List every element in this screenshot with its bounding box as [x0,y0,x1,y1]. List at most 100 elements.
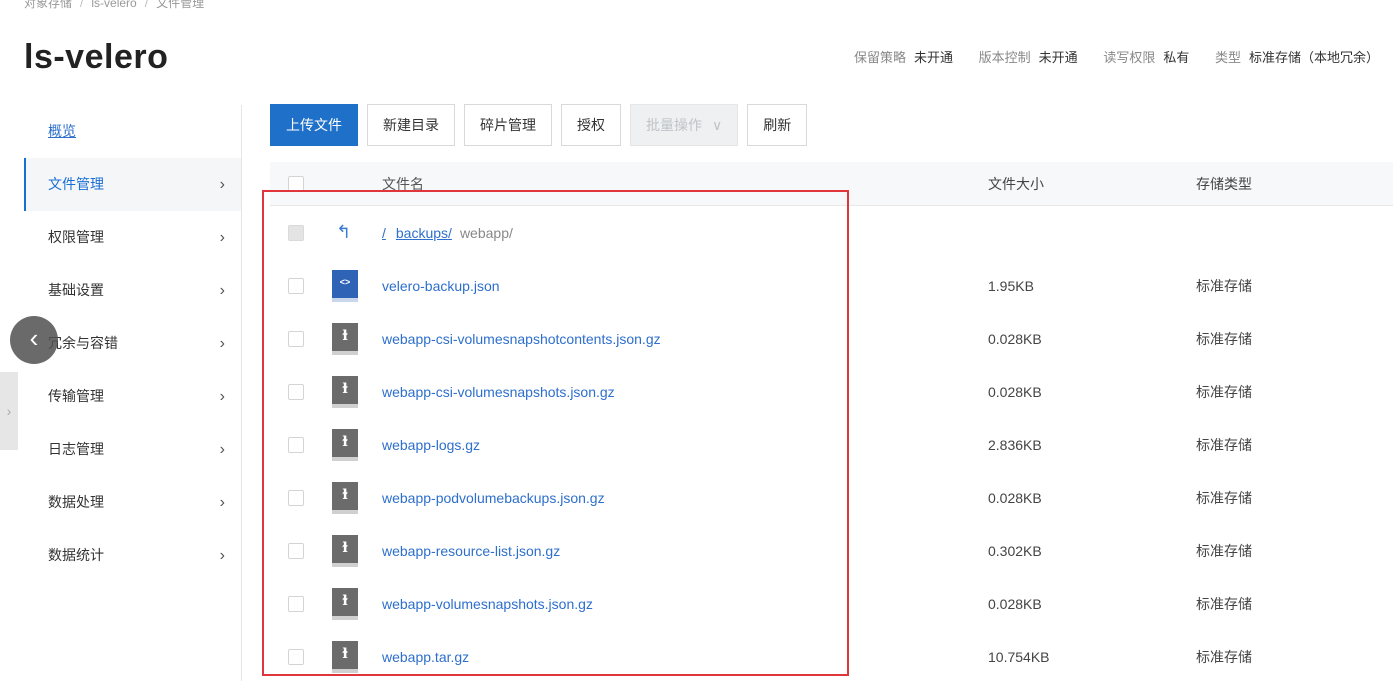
file-link[interactable]: webapp.tar.gz [382,649,469,665]
sidebar-item-label: 日志管理 [48,441,104,457]
filesize-cell: 10.754KB [988,648,1050,665]
sidebar-item-transfer[interactable]: 传输管理 › [24,370,241,423]
sidebar-item-statistics[interactable]: 数据统计 › [24,529,241,582]
file-link[interactable]: webapp-logs.gz [382,437,480,453]
path-parent-link[interactable]: backups/ [396,225,452,241]
icon-cell: ɫ [332,577,358,630]
storage-type-cell: 标准存储 [1196,277,1252,294]
checkbox-cell [288,259,304,312]
chevron-down-icon: ∨ [712,117,723,133]
meta-retention: 保留策略 未开通 [854,50,953,65]
table-row: ɫ webapp-volumesnapshots.json.gz 0.028KB… [270,577,1393,630]
authorize-button[interactable]: 授权 [561,104,621,146]
table-header: 文件名 文件大小 存储类型 [270,162,1393,206]
archive-file-icon: ɫ [332,587,358,620]
toolbar: 上传文件 新建目录 碎片管理 授权 批量操作 ∨ 刷新 [270,104,816,146]
row-checkbox[interactable] [288,595,304,612]
sidebar-item-logs[interactable]: 日志管理 › [24,423,241,476]
filesize-cell: 0.028KB [988,330,1042,347]
filename-cell: velero-backup.json [382,259,500,312]
fragment-management-button[interactable]: 碎片管理 [464,104,552,146]
filename-cell: webapp-logs.gz [382,418,480,471]
filename-cell: webapp.tar.gz [382,630,469,681]
select-all-checkbox[interactable] [288,175,304,192]
sidebar-item-data-processing[interactable]: 数据处理 › [24,476,241,529]
checkbox-cell [288,365,304,418]
table-row: ɫ webapp.tar.gz 10.754KB 标准存储 [270,630,1393,681]
sidebar-item-label: 数据处理 [48,494,104,510]
row-checkbox[interactable] [288,330,304,347]
meta-storage-type: 类型 标准存储（本地冗余） [1215,50,1379,65]
sidebar-item-label: 文件管理 [48,176,104,192]
storage-type-cell: 标准存储 [1196,648,1252,665]
filename-cell: webapp-csi-volumesnapshotcontents.json.g… [382,312,661,365]
checkbox-cell [288,312,304,365]
refresh-button[interactable]: 刷新 [747,104,808,146]
upload-file-button[interactable]: 上传文件 [270,104,358,146]
sidebar-item-file-management[interactable]: 文件管理 › [24,158,241,211]
table-row: ɫ webapp-resource-list.json.gz 0.302KB 标… [270,524,1393,577]
file-table: 文件名 文件大小 存储类型 ↰ / backups/ webapp/ <> ve… [270,162,1393,681]
icon-cell: ɫ [332,312,358,365]
expand-panel-icon[interactable]: › [0,372,18,450]
sidebar-item-overview[interactable]: 概览 [24,105,241,158]
table-row: ɫ webapp-csi-volumesnapshots.json.gz 0.0… [270,365,1393,418]
chevron-right-icon: › [219,494,225,511]
row-checkbox[interactable] [288,648,304,665]
new-directory-button[interactable]: 新建目录 [367,104,455,146]
row-checkbox [288,224,304,241]
row-checkbox[interactable] [288,383,304,400]
sidebar-item-label: 基础设置 [48,282,104,298]
breadcrumb-item-bucket[interactable]: ls-velero [91,0,136,10]
header-storage-type: 存储类型 [1196,175,1252,192]
file-link[interactable]: webapp-csi-volumesnapshotcontents.json.g… [382,331,661,347]
row-checkbox[interactable] [288,436,304,453]
chevron-right-icon: › [219,335,225,352]
checkbox-cell [288,577,304,630]
icon-cell: ɫ [332,630,358,681]
header-filesize: 文件大小 [988,175,1044,192]
storage-type-cell: 标准存储 [1196,542,1252,559]
file-link[interactable]: webapp-resource-list.json.gz [382,543,560,559]
breadcrumb-item-object-storage[interactable]: 对象存储 [24,0,72,10]
file-link[interactable]: webapp-podvolumebackups.json.gz [382,490,605,506]
breadcrumb-item-current: 文件管理 [156,0,205,10]
breadcrumb-separator: / [144,0,149,10]
path-root-link[interactable]: / [382,225,386,241]
chevron-left-icon[interactable]: ‹ [10,316,58,364]
meta-value: 标准存储（本地冗余） [1248,50,1379,65]
sidebar-item-basic-settings[interactable]: 基础设置 › [24,264,241,317]
checkbox-cell [288,630,304,681]
meta-acl: 读写权限 私有 [1103,50,1189,65]
filesize-cell: 0.028KB [988,595,1042,612]
row-checkbox[interactable] [288,489,304,506]
file-link[interactable]: webapp-volumesnapshots.json.gz [382,596,593,612]
sidebar-item-label: 权限管理 [48,229,104,245]
json-file-icon: <> [332,269,358,302]
row-checkbox[interactable] [288,277,304,294]
back-arrow-icon[interactable]: ↰ [336,222,351,243]
row-checkbox[interactable] [288,542,304,559]
meta-value: 私有 [1163,50,1190,65]
file-link[interactable]: webapp-csi-volumesnapshots.json.gz [382,384,615,400]
current-path: / backups/ webapp/ [382,206,513,259]
sidebar-item-permissions[interactable]: 权限管理 › [24,211,241,264]
file-link[interactable]: velero-backup.json [382,278,500,294]
filesize-cell: 0.028KB [988,489,1042,506]
storage-type-cell: 标准存储 [1196,383,1252,400]
batch-operations-dropdown[interactable]: 批量操作 ∨ [630,104,739,146]
meta-versioning: 版本控制 未开通 [979,50,1078,65]
icon-cell: ɫ [332,365,358,418]
archive-file-icon: ɫ [332,481,358,514]
icon-cell: ɫ [332,524,358,577]
page-title: ls-velero [24,38,169,76]
header-filename: 文件名 [382,175,424,192]
bucket-meta: 保留策略 未开通 版本控制 未开通 读写权限 私有 类型 标准存储（本地冗余） [832,47,1379,66]
table-row: ɫ webapp-podvolumebackups.json.gz 0.028K… [270,471,1393,524]
storage-type-cell: 标准存储 [1196,330,1252,347]
path-row: ↰ / backups/ webapp/ [270,206,1393,259]
filename-cell: webapp-podvolumebackups.json.gz [382,471,605,524]
archive-file-icon: ɫ [332,322,358,355]
storage-type-cell: 标准存储 [1196,489,1252,506]
chevron-right-icon: › [219,176,225,193]
